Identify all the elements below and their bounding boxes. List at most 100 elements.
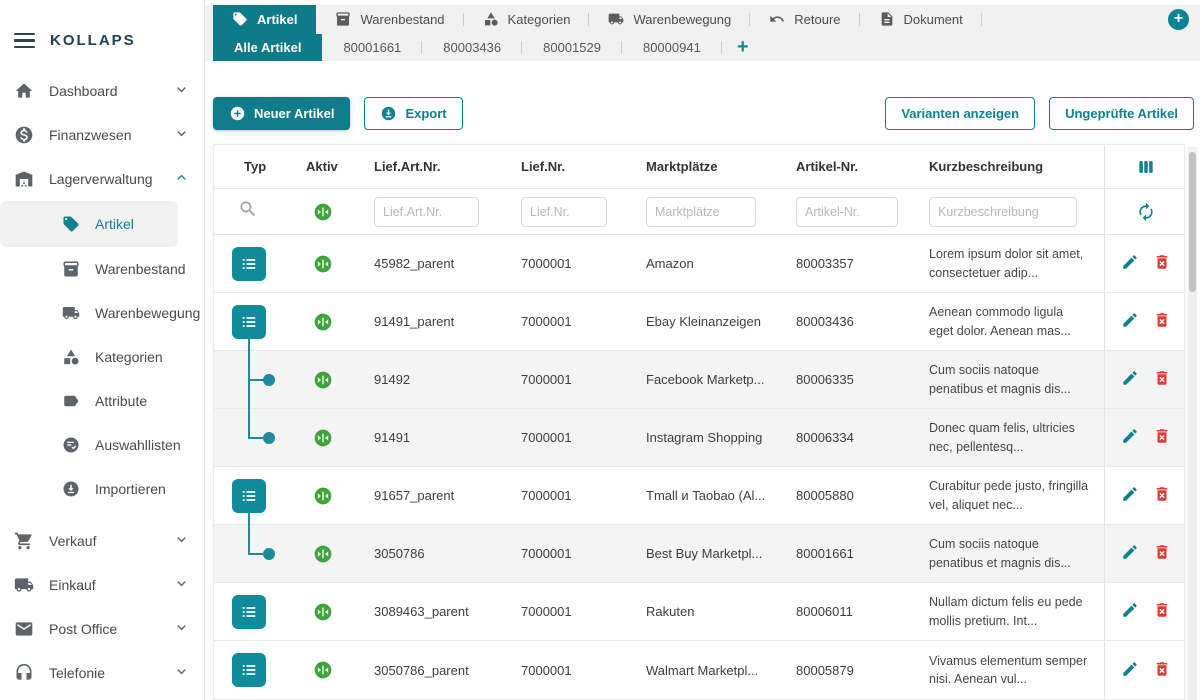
- sidebar-item-telefonie[interactable]: Telefonie: [0, 651, 204, 695]
- trash-icon: [1153, 485, 1171, 503]
- table-row[interactable]: 91657_parent7000001Tmall и Taobao (Al...…: [214, 467, 1184, 525]
- aktiv-filter-toggle[interactable]: [296, 202, 364, 222]
- active-status-toggle[interactable]: [296, 486, 364, 506]
- edit-button[interactable]: [1121, 253, 1139, 274]
- sidebar-item-einkauf[interactable]: Einkauf: [0, 563, 204, 607]
- truck-icon: [14, 575, 34, 595]
- chevron-down-icon: [173, 125, 190, 145]
- article-tab-80000941[interactable]: 80000941: [622, 34, 722, 61]
- table-row[interactable]: 91491_parent7000001Ebay Kleinanzeigen800…: [214, 293, 1184, 351]
- active-status-toggle[interactable]: [296, 312, 364, 332]
- table-row[interactable]: 914927000001Facebook Marketp...80006335C…: [214, 351, 1184, 409]
- article-tab-80001529[interactable]: 80001529: [522, 34, 622, 61]
- scrollbar-thumb[interactable]: [1189, 152, 1196, 292]
- parent-article-type-badge[interactable]: [232, 653, 266, 687]
- sidebar-subitem-artikel[interactable]: Artikel: [0, 201, 178, 247]
- table-row[interactable]: 45982_parent7000001Amazon80003357Lorem i…: [214, 235, 1184, 293]
- sidebar-subitem-warenbestand[interactable]: Warenbestand: [0, 247, 204, 291]
- sidebar-item-label: Verkauf: [49, 533, 96, 549]
- artikel-nr-cell: 80001661: [786, 546, 919, 561]
- typ-cell: [214, 409, 296, 466]
- tab-kategorien[interactable]: Kategorien: [464, 5, 590, 34]
- flip-green-icon: [313, 544, 333, 564]
- delete-button[interactable]: [1153, 485, 1171, 506]
- tab-warenbewegung[interactable]: Warenbewegung: [589, 5, 750, 34]
- lief-nr-filter-input[interactable]: [521, 197, 607, 227]
- show-variants-button[interactable]: Varianten anzeigen: [885, 97, 1035, 130]
- typ-cell: [214, 525, 296, 582]
- column-settings-button[interactable]: [1104, 145, 1186, 188]
- table-row[interactable]: 3089463_parent7000001Rakuten80006011Null…: [214, 583, 1184, 641]
- article-tab-80003436[interactable]: 80003436: [422, 34, 522, 61]
- sidebar-subitem-importieren[interactable]: Importieren: [0, 467, 204, 511]
- delete-button[interactable]: [1153, 427, 1171, 448]
- parent-article-type-badge[interactable]: [232, 479, 266, 513]
- delete-button[interactable]: [1153, 253, 1171, 274]
- article-tab-alle-artikel[interactable]: Alle Artikel: [213, 34, 322, 61]
- edit-button[interactable]: [1121, 601, 1139, 622]
- edit-button[interactable]: [1121, 543, 1139, 564]
- marktplaetze-filter-input[interactable]: [646, 197, 756, 227]
- kurzbeschreibung-cell: Aenean commodo ligula eget dolor. Aenean…: [919, 303, 1104, 339]
- active-status-toggle[interactable]: [296, 544, 364, 564]
- unchecked-articles-button[interactable]: Ungeprüfte Artikel: [1049, 97, 1194, 130]
- artikel-nr-filter-input[interactable]: [796, 197, 898, 227]
- article-tab-80001661[interactable]: 80001661: [322, 34, 422, 61]
- sidebar-item-verkauf[interactable]: Verkauf: [0, 519, 204, 563]
- edit-button[interactable]: [1121, 485, 1139, 506]
- delete-button[interactable]: [1153, 369, 1171, 390]
- lief-art-nr-filter-input[interactable]: [374, 197, 479, 227]
- parent-article-type-badge[interactable]: [232, 595, 266, 629]
- edit-button[interactable]: [1121, 369, 1139, 390]
- delete-button[interactable]: [1153, 601, 1171, 622]
- edit-button[interactable]: [1121, 660, 1139, 681]
- pencil-icon: [1121, 601, 1139, 619]
- kurzbeschreibung-filter-input[interactable]: [929, 197, 1077, 227]
- edit-button[interactable]: [1121, 427, 1139, 448]
- active-status-toggle[interactable]: [296, 660, 364, 680]
- lief-nr-cell: 7000001: [511, 256, 636, 271]
- pencil-icon: [1121, 427, 1139, 445]
- export-button[interactable]: Export: [364, 97, 462, 130]
- parent-article-type-badge[interactable]: [232, 305, 266, 339]
- new-article-button[interactable]: Neuer Artikel: [213, 97, 350, 130]
- active-status-toggle[interactable]: [296, 602, 364, 622]
- delete-button[interactable]: [1153, 311, 1171, 332]
- sidebar-item-dashboard[interactable]: Dashboard: [0, 69, 204, 113]
- add-module-tab-button[interactable]: +: [1168, 9, 1189, 30]
- delete-button[interactable]: [1153, 660, 1171, 681]
- actions-cell: [1104, 235, 1186, 292]
- cart-icon: [14, 531, 34, 551]
- refresh-button[interactable]: [1104, 189, 1186, 234]
- sidebar-item-lagerverwaltung[interactable]: Lagerverwaltung: [0, 157, 204, 201]
- table-row[interactable]: 914917000001Instagram Shopping80006334Do…: [214, 409, 1184, 467]
- tab-label: Kategorien: [508, 12, 571, 27]
- sidebar-item-post-office[interactable]: Post Office: [0, 607, 204, 651]
- edit-button[interactable]: [1121, 311, 1139, 332]
- add-article-tab-button[interactable]: +: [722, 34, 764, 61]
- tab-dokument[interactable]: Dokument: [860, 5, 982, 34]
- sidebar-subitem-warenbewegung[interactable]: Warenbewegung: [0, 291, 204, 335]
- sidebar-item-finanzwesen[interactable]: Finanzwesen: [0, 113, 204, 157]
- tab-retoure[interactable]: Retoure: [750, 5, 859, 34]
- table-row[interactable]: 30507867000001Best Buy Marketpl...800016…: [214, 525, 1184, 583]
- sidebar-subitem-auswahllisten[interactable]: Auswahllisten: [0, 423, 204, 467]
- tree-line: [248, 525, 250, 554]
- parent-article-type-badge[interactable]: [232, 247, 266, 281]
- sidebar-subitem-label: Warenbewegung: [95, 305, 200, 321]
- sidebar-subitem-kategorien[interactable]: Kategorien: [0, 335, 204, 379]
- active-status-toggle[interactable]: [296, 254, 364, 274]
- delete-button[interactable]: [1153, 543, 1171, 564]
- table-row[interactable]: 3050786_parent7000001Walmart Marketpl...…: [214, 641, 1184, 699]
- tab-artikel[interactable]: Artikel: [213, 5, 316, 34]
- sidebar-subitem-attribute[interactable]: Attribute: [0, 379, 204, 423]
- app-logo: KOLLAPS: [50, 32, 136, 49]
- active-status-toggle[interactable]: [296, 428, 364, 448]
- list-white-icon: [239, 312, 259, 332]
- truck-icon: [62, 304, 80, 322]
- chevron-down-icon: [173, 81, 190, 101]
- tab-warenbestand[interactable]: Warenbestand: [316, 5, 463, 34]
- articles-table: Typ Aktiv Lief.Art.Nr. Lief.Nr. Marktplä…: [213, 144, 1185, 700]
- menu-icon[interactable]: [14, 33, 35, 49]
- active-status-toggle[interactable]: [296, 370, 364, 390]
